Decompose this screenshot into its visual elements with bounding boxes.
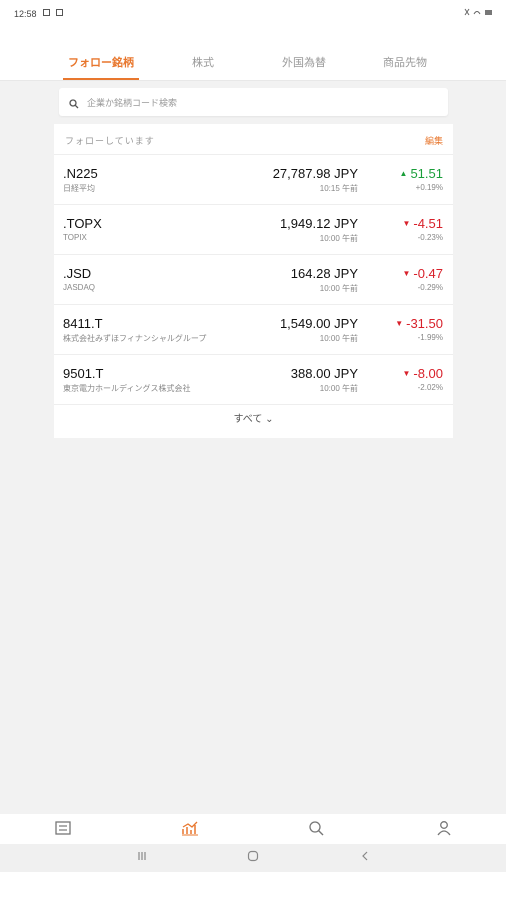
list-item[interactable]: .TOPX TOPIX 1,949.12 JPY 10:00 午前 ▼ -4.51… [54, 205, 453, 255]
change: ▼ -31.50 [395, 316, 443, 331]
gallery-notification-icon [43, 9, 50, 16]
company-name: 日経平均 [63, 184, 95, 193]
search-input[interactable]: 企業か銘柄コード検索 [59, 88, 448, 116]
see-all-button[interactable]: すべて ⌄ [54, 410, 453, 425]
news-icon[interactable] [54, 820, 74, 838]
back-icon[interactable] [359, 850, 371, 865]
search-icon [69, 96, 79, 114]
company-name: JASDAQ [63, 283, 96, 292]
profile-icon[interactable] [435, 820, 455, 838]
price-time: 10:00 午前 [319, 284, 358, 293]
change-value: -8.00 [413, 366, 443, 381]
tab-forex[interactable]: 外国為替 [272, 54, 336, 80]
search-icon[interactable] [308, 820, 328, 838]
status-time: 12:58 [14, 9, 37, 19]
recent-apps-icon[interactable] [136, 850, 148, 865]
change-percent: -0.23% [417, 233, 443, 242]
home-icon[interactable] [247, 850, 259, 865]
tab-following[interactable]: フォロー銘柄 [63, 54, 139, 80]
list-item[interactable]: .JSD JASDAQ 164.28 JPY 10:00 午前 ▼ -0.47 -… [54, 255, 453, 305]
symbol: .JSD [63, 266, 92, 281]
list-item[interactable]: 9501.T 東京電力ホールディングス株式会社 388.00 JPY 10:00… [54, 355, 453, 405]
change: ▼ -0.47 [402, 266, 443, 281]
arrow-down-icon: ▼ [395, 319, 404, 328]
symbol: 8411.T [63, 316, 103, 331]
tab-commodities[interactable]: 商品先物 [373, 54, 437, 80]
change: ▲ 51.51 [400, 166, 443, 181]
edit-button[interactable]: 編集 [425, 134, 443, 147]
price-time: 10:15 午前 [319, 184, 358, 193]
change-percent: +0.19% [415, 183, 443, 192]
symbol: .N225 [63, 166, 98, 181]
search-placeholder: 企業か銘柄コード検索 [87, 98, 178, 108]
price-time: 10:00 午前 [319, 384, 358, 393]
signal-wifi-battery-icon [464, 8, 492, 16]
price: 388.00 JPY [290, 366, 358, 381]
company-name: TOPIX [63, 233, 87, 242]
symbol: .TOPX [63, 216, 102, 231]
price: 27,787.98 JPY [272, 166, 358, 181]
company-name: 東京電力ホールディングス株式会社 [63, 384, 191, 393]
status-bar: 12:58 [0, 0, 506, 26]
tab-stocks[interactable]: 株式 [178, 54, 228, 80]
price: 1,949.12 JPY [279, 216, 358, 231]
watchlist-header: フォローしています 編集 [54, 124, 453, 155]
change: ▼ -4.51 [402, 216, 443, 231]
price-time: 10:00 午前 [319, 334, 358, 343]
change-value: 51.51 [410, 166, 443, 181]
change-value: -31.50 [406, 316, 443, 331]
bottom-nav [0, 814, 506, 844]
price-time: 10:00 午前 [319, 234, 358, 243]
tab-bar: フォロー銘柄 株式 外国為替 商品先物 [0, 46, 506, 81]
price: 1,549.00 JPY [279, 316, 358, 331]
change-percent: -2.02% [417, 383, 443, 392]
arrow-down-icon: ▼ [402, 269, 411, 278]
watchlist-card: フォローしています 編集 .N225 日経平均 27,787.98 JPY 10… [54, 124, 453, 438]
symbol: 9501.T [63, 366, 104, 381]
company-name: 株式会社みずほフィナンシャルグループ [63, 334, 207, 343]
list-item[interactable]: .N225 日経平均 27,787.98 JPY 10:15 午前 ▲ 51.51… [54, 155, 453, 205]
arrow-down-icon: ▼ [402, 369, 411, 378]
change-percent: -1.99% [417, 333, 443, 342]
change-percent: -0.29% [417, 283, 443, 292]
list-item[interactable]: 8411.T 株式会社みずほフィナンシャルグループ 1,549.00 JPY 1… [54, 305, 453, 355]
watchlist-title: フォローしています [65, 136, 155, 146]
arrow-up-icon: ▲ [399, 169, 408, 178]
price: 164.28 JPY [290, 266, 358, 281]
app-notification-icon [56, 9, 63, 16]
arrow-down-icon: ▼ [402, 219, 411, 228]
markets-icon[interactable] [181, 820, 201, 838]
change-value: -4.51 [413, 216, 443, 231]
system-status-icons [464, 8, 494, 18]
change-value: -0.47 [413, 266, 443, 281]
change: ▼ -8.00 [402, 366, 443, 381]
system-nav-bar [0, 844, 506, 872]
bottom-spacer [0, 872, 506, 900]
